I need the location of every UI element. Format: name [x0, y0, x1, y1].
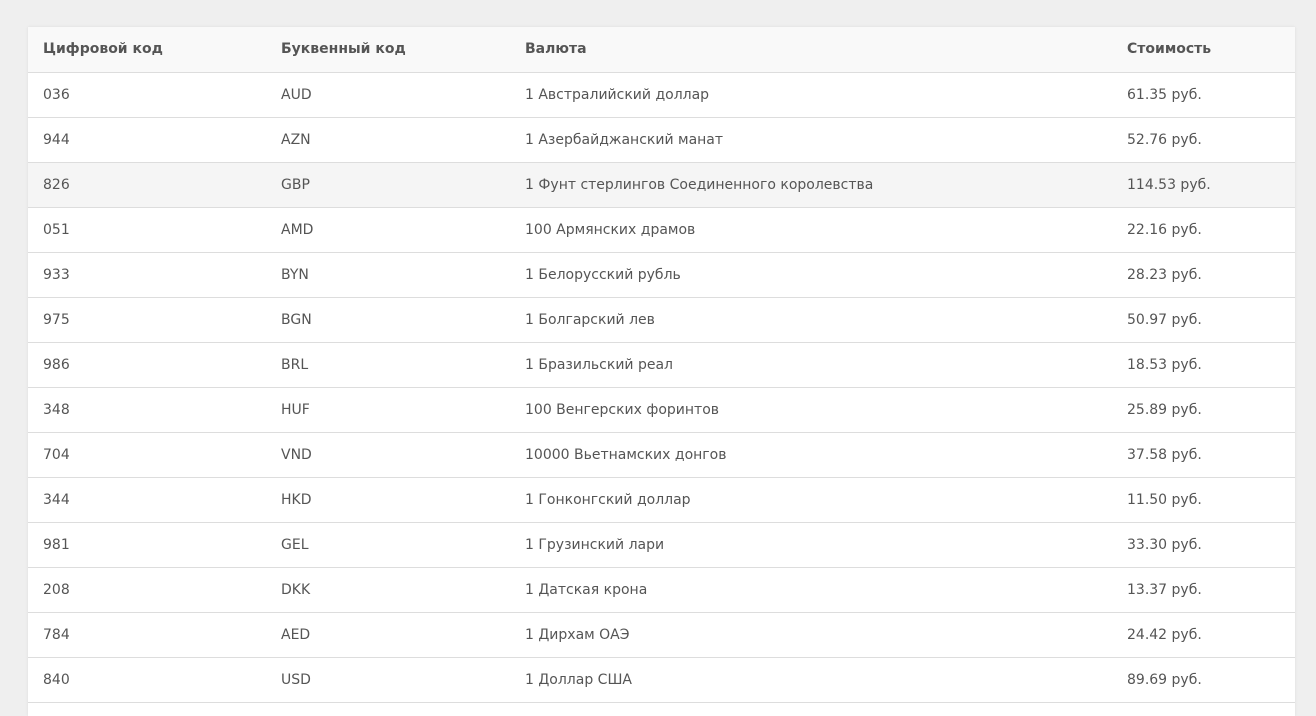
header-price: Стоимость — [1112, 27, 1295, 73]
cell-letter-code: BYN — [266, 252, 510, 298]
cell-price: 25.89 руб. — [1112, 387, 1295, 433]
table-body: 036 AUD 1 Австралийский доллар 61.35 руб… — [28, 72, 1295, 703]
cell-currency-name: 1 Доллар США — [510, 657, 1112, 703]
cell-numeric-code: 986 — [28, 342, 266, 388]
cell-numeric-code: 344 — [28, 477, 266, 523]
cell-numeric-code: 933 — [28, 252, 266, 298]
cell-currency-name: 10000 Вьетнамских донгов — [510, 432, 1112, 478]
header-currency: Валюта — [510, 27, 1112, 73]
cell-letter-code: BRL — [266, 342, 510, 388]
cell-numeric-code: 826 — [28, 162, 266, 208]
table-row: 784 AED 1 Дирхам ОАЭ 24.42 руб. — [28, 612, 1295, 658]
cell-letter-code: AUD — [266, 72, 510, 118]
table-row: 944 AZN 1 Азербайджанский манат 52.76 ру… — [28, 117, 1295, 163]
cell-price: 13.37 руб. — [1112, 567, 1295, 613]
table-row: 348 HUF 100 Венгерских форинтов 25.89 ру… — [28, 387, 1295, 433]
header-row: Цифровой код Буквенный код Валюта Стоимо… — [28, 27, 1295, 73]
cell-price: 28.23 руб. — [1112, 252, 1295, 298]
cell-price: 50.97 руб. — [1112, 297, 1295, 343]
cell-price: 114.53 руб. — [1112, 162, 1295, 208]
cell-currency-name: 1 Фунт стерлингов Соединенного королевст… — [510, 162, 1112, 208]
table-row: 036 AUD 1 Австралийский доллар 61.35 руб… — [28, 72, 1295, 118]
cell-numeric-code: 051 — [28, 207, 266, 253]
cell-currency-name: 1 Азербайджанский манат — [510, 117, 1112, 163]
cell-letter-code: GBP — [266, 162, 510, 208]
cell-currency-name: 100 Венгерских форинтов — [510, 387, 1112, 433]
cell-letter-code: HUF — [266, 387, 510, 433]
header-numeric-code: Цифровой код — [28, 27, 266, 73]
table-row: 981 GEL 1 Грузинский лари 33.30 руб. — [28, 522, 1295, 568]
cell-price: 22.16 руб. — [1112, 207, 1295, 253]
cell-price: 18.53 руб. — [1112, 342, 1295, 388]
cell-price: 33.30 руб. — [1112, 522, 1295, 568]
cell-currency-name: 1 Грузинский лари — [510, 522, 1112, 568]
currency-table-card: Цифровой код Буквенный код Валюта Стоимо… — [28, 27, 1295, 716]
table-row: 051 AMD 100 Армянских драмов 22.16 руб. — [28, 207, 1295, 253]
cell-numeric-code: 975 — [28, 297, 266, 343]
cell-price: 89.69 руб. — [1112, 657, 1295, 703]
table-row: 704 VND 10000 Вьетнамских донгов 37.58 р… — [28, 432, 1295, 478]
table-row: 826 GBP 1 Фунт стерлингов Соединенного к… — [28, 162, 1295, 208]
cell-price: 52.76 руб. — [1112, 117, 1295, 163]
cell-letter-code: AMD — [266, 207, 510, 253]
cell-currency-name: 1 Болгарский лев — [510, 297, 1112, 343]
table-row: 344 HKD 1 Гонконгский доллар 11.50 руб. — [28, 477, 1295, 523]
table-row: 840 USD 1 Доллар США 89.69 руб. — [28, 657, 1295, 703]
cell-currency-name: 1 Датская крона — [510, 567, 1112, 613]
cell-numeric-code: 704 — [28, 432, 266, 478]
cell-numeric-code: 348 — [28, 387, 266, 433]
cell-currency-name: 1 Бразильский реал — [510, 342, 1112, 388]
table-row: 208 DKK 1 Датская крона 13.37 руб. — [28, 567, 1295, 613]
cell-numeric-code: 208 — [28, 567, 266, 613]
cell-price: 24.42 руб. — [1112, 612, 1295, 658]
cell-price: 11.50 руб. — [1112, 477, 1295, 523]
header-letter-code: Буквенный код — [266, 27, 510, 73]
currency-table: Цифровой код Буквенный код Валюта Стоимо… — [28, 27, 1295, 703]
cell-numeric-code: 981 — [28, 522, 266, 568]
cell-letter-code: GEL — [266, 522, 510, 568]
table-header: Цифровой код Буквенный код Валюта Стоимо… — [28, 27, 1295, 73]
table-row: 933 BYN 1 Белорусский рубль 28.23 руб. — [28, 252, 1295, 298]
cell-numeric-code: 784 — [28, 612, 266, 658]
cell-currency-name: 100 Армянских драмов — [510, 207, 1112, 253]
cell-currency-name: 1 Гонконгский доллар — [510, 477, 1112, 523]
cell-numeric-code: 036 — [28, 72, 266, 118]
cell-letter-code: AED — [266, 612, 510, 658]
cell-currency-name: 1 Белорусский рубль — [510, 252, 1112, 298]
cell-currency-name: 1 Австралийский доллар — [510, 72, 1112, 118]
table-row: 975 BGN 1 Болгарский лев 50.97 руб. — [28, 297, 1295, 343]
cell-numeric-code: 840 — [28, 657, 266, 703]
cell-numeric-code: 944 — [28, 117, 266, 163]
cell-letter-code: VND — [266, 432, 510, 478]
cell-letter-code: BGN — [266, 297, 510, 343]
cell-price: 37.58 руб. — [1112, 432, 1295, 478]
cell-letter-code: HKD — [266, 477, 510, 523]
cell-currency-name: 1 Дирхам ОАЭ — [510, 612, 1112, 658]
cell-price: 61.35 руб. — [1112, 72, 1295, 118]
cell-letter-code: DKK — [266, 567, 510, 613]
table-row: 986 BRL 1 Бразильский реал 18.53 руб. — [28, 342, 1295, 388]
cell-letter-code: USD — [266, 657, 510, 703]
cell-letter-code: AZN — [266, 117, 510, 163]
